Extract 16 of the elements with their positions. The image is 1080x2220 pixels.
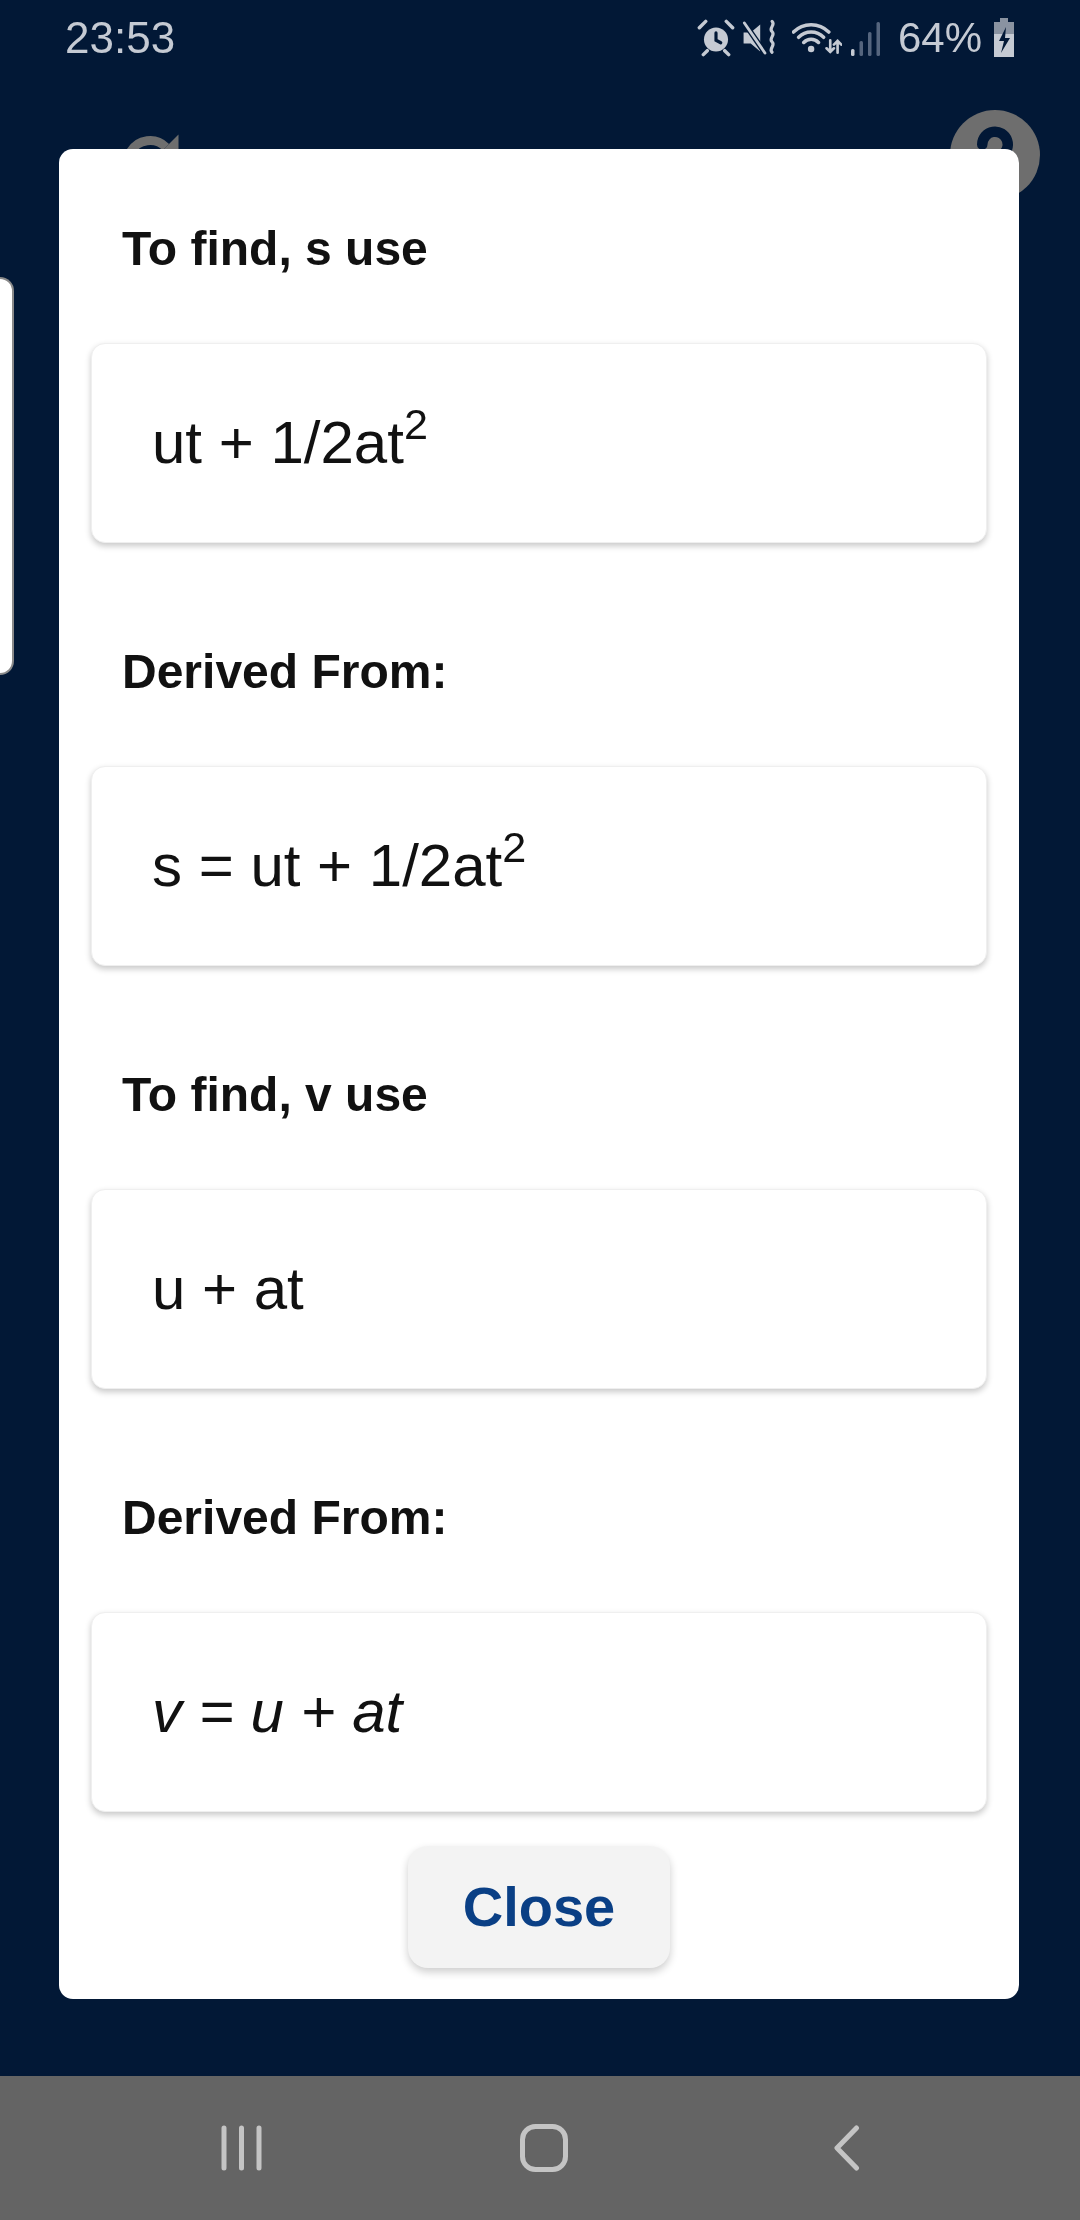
- section-heading: Derived From:: [122, 1490, 449, 1546]
- battery-percent: 64%: [897, 16, 982, 59]
- home-icon[interactable]: [520, 2124, 568, 2172]
- section-heading: To find, s use: [122, 221, 429, 277]
- status-time: 23:53: [65, 15, 176, 60]
- close-button[interactable]: Close: [408, 1846, 670, 1968]
- section-heading: Derived From:: [122, 644, 449, 700]
- battery-charging-icon: [992, 17, 1016, 58]
- back-icon[interactable]: [833, 2125, 860, 2171]
- formula-text: ut + 1/2at$^{2}$: [152, 410, 428, 476]
- formula-text: s = ut + 1/2at$^{2}$: [152, 833, 527, 899]
- formula-text: u + at: [152, 1256, 304, 1322]
- alarm-icon: [696, 18, 735, 57]
- formula-text: v = u + at: [152, 1679, 403, 1745]
- recent-apps-icon[interactable]: [220, 2125, 263, 2171]
- section-heading: To find, v use: [122, 1067, 429, 1123]
